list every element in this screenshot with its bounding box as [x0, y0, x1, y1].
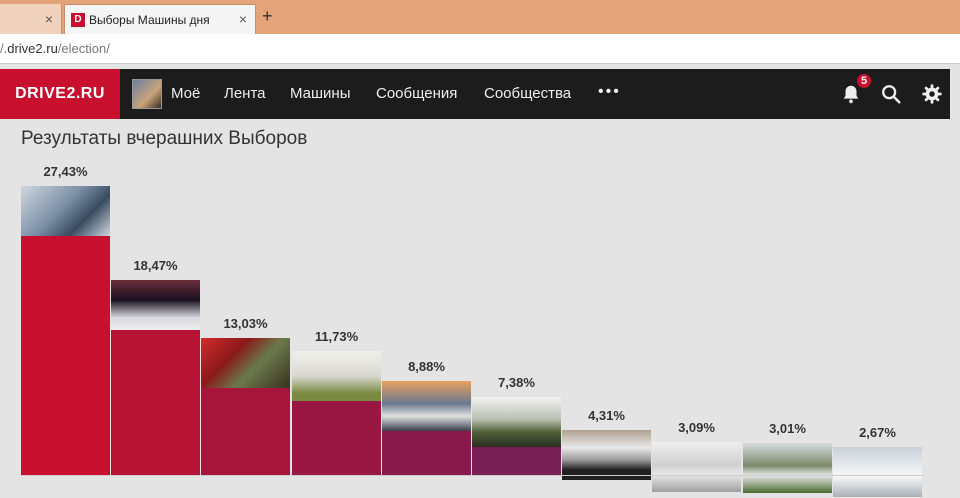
drive2-favicon-icon: D [71, 12, 85, 27]
chart-data-label: 8,88% [408, 359, 445, 374]
chart-data-label: 4,31% [588, 408, 625, 423]
site-logo[interactable]: DRIVE2.RU [0, 69, 120, 119]
browser-tab-inactive[interactable]: × [0, 4, 62, 34]
car-photo-thumbnail[interactable] [21, 186, 110, 236]
car-photo-thumbnail[interactable] [382, 381, 471, 431]
nav-item-feed[interactable]: Лента [224, 85, 266, 102]
nav-item-cars[interactable]: Машины [290, 85, 350, 102]
more-menu-button[interactable]: ••• [598, 83, 621, 101]
chart-data-label: 3,09% [678, 420, 715, 435]
chart-data-label: 11,73% [314, 329, 359, 344]
url-prefix: /. [0, 41, 8, 56]
nav-item-messages[interactable]: Сообщения [376, 85, 457, 102]
car-photo-thumbnail[interactable] [201, 338, 290, 388]
chart-data-label: 2,67% [859, 425, 896, 440]
url-host: drive2.ru [7, 41, 58, 56]
car-photo-thumbnail[interactable] [833, 447, 922, 497]
car-photo-thumbnail[interactable] [562, 430, 651, 480]
tab-close-icon[interactable]: × [45, 11, 53, 27]
browser-tabstrip: × D Выборы Машины дня × + [0, 0, 960, 34]
car-photo-thumbnail[interactable] [472, 397, 561, 447]
search-icon[interactable] [880, 83, 902, 105]
chart-data-label: 3,01% [769, 421, 806, 436]
page-title: Результаты вчерашних Выборов [21, 128, 308, 149]
chart-data-label: 7,38% [498, 375, 535, 390]
chart-data-label: 27,43% [43, 164, 88, 179]
tab-title: Выборы Машины дня [89, 12, 210, 27]
nav-item-moe[interactable]: Моё [171, 85, 200, 102]
car-photo-thumbnail[interactable] [292, 351, 381, 401]
chart-baseline [21, 475, 923, 476]
gear-icon[interactable] [921, 83, 943, 105]
new-tab-button[interactable]: + [262, 6, 273, 27]
browser-tab-active[interactable]: D Выборы Машины дня × [64, 4, 256, 34]
url-path: /election/ [57, 41, 110, 56]
car-photo-thumbnail[interactable] [743, 443, 832, 493]
car-photo-thumbnail[interactable] [652, 442, 741, 492]
site-header: DRIVE2.RU Моё Лента Машины Сообщения Соо… [0, 69, 950, 119]
car-photo-thumbnail[interactable] [111, 280, 200, 330]
avatar[interactable] [132, 79, 162, 109]
tab-close-icon[interactable]: × [239, 11, 247, 27]
election-results-chart: 27,43% 18,47% 13,03% 11,73% 8,88% 7,38% 4,31% 3… [21, 150, 923, 497]
nav-item-communities[interactable]: Сообщества [484, 85, 571, 102]
notification-badge: 5 [855, 72, 873, 90]
address-bar[interactable]: /. drive2.ru/election/ [0, 34, 960, 64]
chart-data-label: 18,47% [133, 258, 178, 273]
chart-data-label: 13,03% [223, 316, 268, 331]
